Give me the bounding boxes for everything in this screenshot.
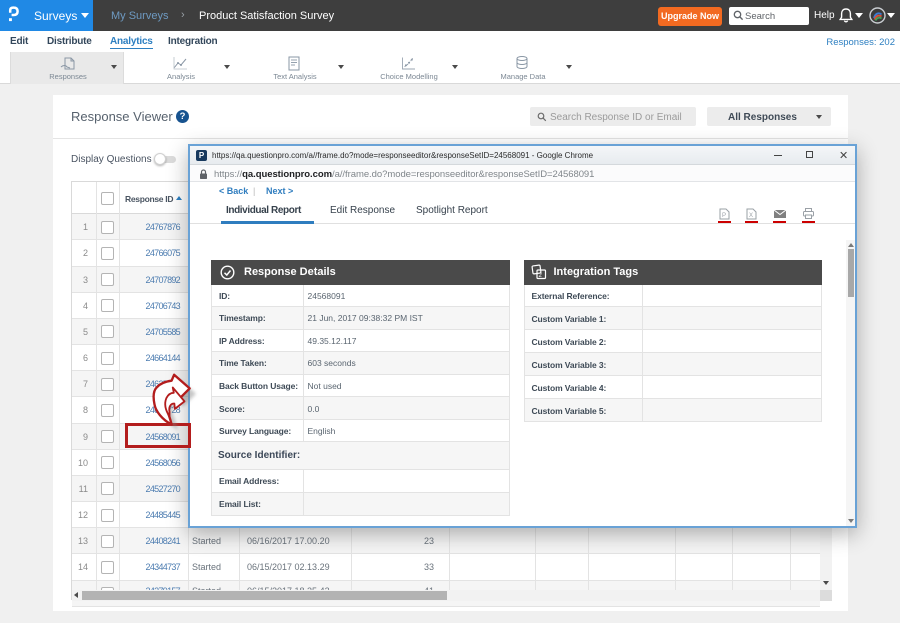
- svg-text:P: P: [722, 213, 726, 219]
- svg-text:X: X: [749, 213, 753, 219]
